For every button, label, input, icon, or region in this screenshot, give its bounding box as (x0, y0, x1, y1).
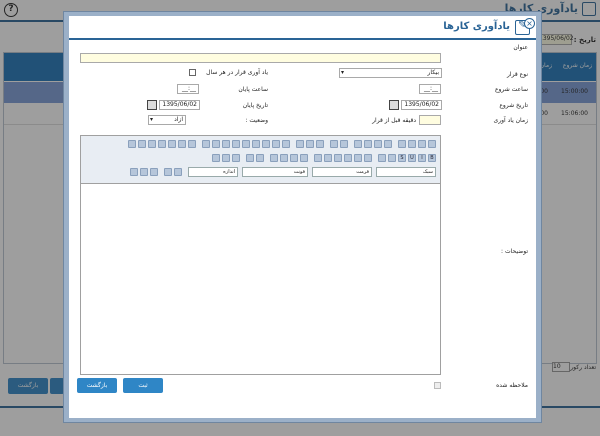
new-page-icon[interactable] (408, 140, 416, 148)
dialog-title: یادآوری کارها (443, 21, 510, 32)
close-icon[interactable]: × (524, 18, 535, 29)
ltr-icon[interactable] (256, 154, 264, 162)
rtl-icon[interactable] (246, 154, 254, 162)
form-icon[interactable] (282, 140, 290, 148)
find-icon[interactable] (316, 140, 324, 148)
link-icon[interactable] (232, 154, 240, 162)
textarea-icon[interactable] (242, 140, 250, 148)
smiley-icon[interactable] (148, 140, 156, 148)
seen-checkbox[interactable] (434, 382, 441, 389)
page-break-icon[interactable] (128, 140, 136, 148)
text-color-icon[interactable] (174, 168, 182, 176)
submit-button[interactable]: ثبت (123, 378, 163, 393)
show-blocks-icon[interactable] (140, 168, 148, 176)
redo-icon[interactable] (330, 140, 338, 148)
editor-content-area[interactable] (81, 185, 440, 374)
subject-input[interactable] (80, 53, 441, 63)
description-label: توضیحات : (501, 248, 528, 255)
subscript-icon[interactable] (388, 154, 396, 162)
blockquote-icon[interactable] (324, 154, 332, 162)
start-time-label: ساعت شروع (494, 86, 528, 93)
dialog-body: یادآوری کارها × عنوان نوع قرار بیکار یاد… (69, 16, 536, 418)
maximize-icon[interactable] (150, 168, 158, 176)
calendar-icon[interactable] (147, 100, 157, 110)
copy-icon[interactable] (374, 140, 382, 148)
paste-icon[interactable] (364, 140, 372, 148)
size-select[interactable]: اندازه (188, 167, 238, 177)
align-center-icon[interactable] (290, 154, 298, 162)
toolbar-row-2: B I U S (83, 153, 438, 164)
checkbox-icon[interactable] (272, 140, 280, 148)
cut-icon[interactable] (384, 140, 392, 148)
radio-icon[interactable] (262, 140, 270, 148)
outdent-icon[interactable] (344, 154, 352, 162)
dialog-divider (69, 38, 536, 40)
numbered-list-icon[interactable] (364, 154, 372, 162)
end-date-input[interactable]: 1395/06/02 (159, 100, 200, 110)
reminder-dialog: یادآوری کارها × عنوان نوع قرار بیکار یاد… (63, 11, 542, 423)
description-editor[interactable]: B I U S سبک فرمت فونت اندازه (80, 135, 441, 375)
indent-icon[interactable] (334, 154, 342, 162)
strike-icon[interactable]: S (398, 154, 406, 162)
toolbar-row-1 (83, 139, 438, 150)
button-field-icon[interactable] (222, 140, 230, 148)
seen-label: ملاحظه شده (496, 382, 528, 389)
bold-icon[interactable]: B (428, 154, 436, 162)
source-icon[interactable] (428, 140, 436, 148)
align-left-icon[interactable] (300, 154, 308, 162)
paste-text-icon[interactable] (354, 140, 362, 148)
div-icon[interactable] (314, 154, 322, 162)
style-select[interactable]: سبک (376, 167, 436, 177)
reminder-minutes-input[interactable] (419, 115, 441, 125)
image-icon[interactable] (188, 140, 196, 148)
table-icon[interactable] (168, 140, 176, 148)
repeat-yearly-checkbox[interactable] (189, 69, 196, 76)
undo-icon[interactable] (340, 140, 348, 148)
background-color-icon[interactable] (164, 168, 172, 176)
replace-icon[interactable] (306, 140, 314, 148)
hidden-field-icon[interactable] (202, 140, 210, 148)
reminder-unit-label: دقیقه قبل از قرار (372, 117, 416, 124)
select-field-icon[interactable] (232, 140, 240, 148)
italic-icon[interactable]: I (418, 154, 426, 162)
status-select[interactable]: آزاد (148, 115, 186, 125)
unlink-icon[interactable] (222, 154, 230, 162)
reminder-label: زمان یاد آوری (493, 117, 529, 124)
start-date-label: تاریخ شروع (499, 102, 528, 109)
bullet-list-icon[interactable] (354, 154, 362, 162)
meeting-type-label: نوع قرار (507, 71, 528, 78)
justify-icon[interactable] (270, 154, 278, 162)
calendar-icon[interactable] (389, 100, 399, 110)
repeat-yearly-label: یاد آوری قرار در هر سال (206, 69, 268, 76)
textfield-icon[interactable] (252, 140, 260, 148)
underline-icon[interactable]: U (408, 154, 416, 162)
save-icon[interactable] (418, 140, 426, 148)
special-char-icon[interactable] (138, 140, 146, 148)
end-date-label: تاریخ پایان (242, 102, 268, 109)
status-label: وضعیت : (245, 117, 268, 124)
editor-toolbar: B I U S سبک فرمت فونت اندازه (81, 136, 440, 184)
image-button-icon[interactable] (212, 140, 220, 148)
font-select[interactable]: فونت (242, 167, 308, 177)
about-icon[interactable] (130, 168, 138, 176)
subject-label: عنوان (513, 44, 528, 51)
back-button[interactable]: بازگشت (77, 378, 117, 393)
format-select[interactable]: فرمت (312, 167, 372, 177)
select-all-icon[interactable] (296, 140, 304, 148)
align-right-icon[interactable] (280, 154, 288, 162)
end-time-input[interactable]: __:__ (177, 84, 199, 94)
anchor-icon[interactable] (212, 154, 220, 162)
horizontal-rule-icon[interactable] (158, 140, 166, 148)
flash-icon[interactable] (178, 140, 186, 148)
start-time-input[interactable]: __:__ (419, 84, 441, 94)
preview-icon[interactable] (398, 140, 406, 148)
meeting-type-select[interactable]: بیکار (339, 68, 442, 78)
start-date-input[interactable]: 1395/06/02 (401, 100, 442, 110)
toolbar-row-3: سبک فرمت فونت اندازه (83, 167, 438, 178)
superscript-icon[interactable] (378, 154, 386, 162)
end-time-label: ساعت پایان (238, 86, 268, 93)
